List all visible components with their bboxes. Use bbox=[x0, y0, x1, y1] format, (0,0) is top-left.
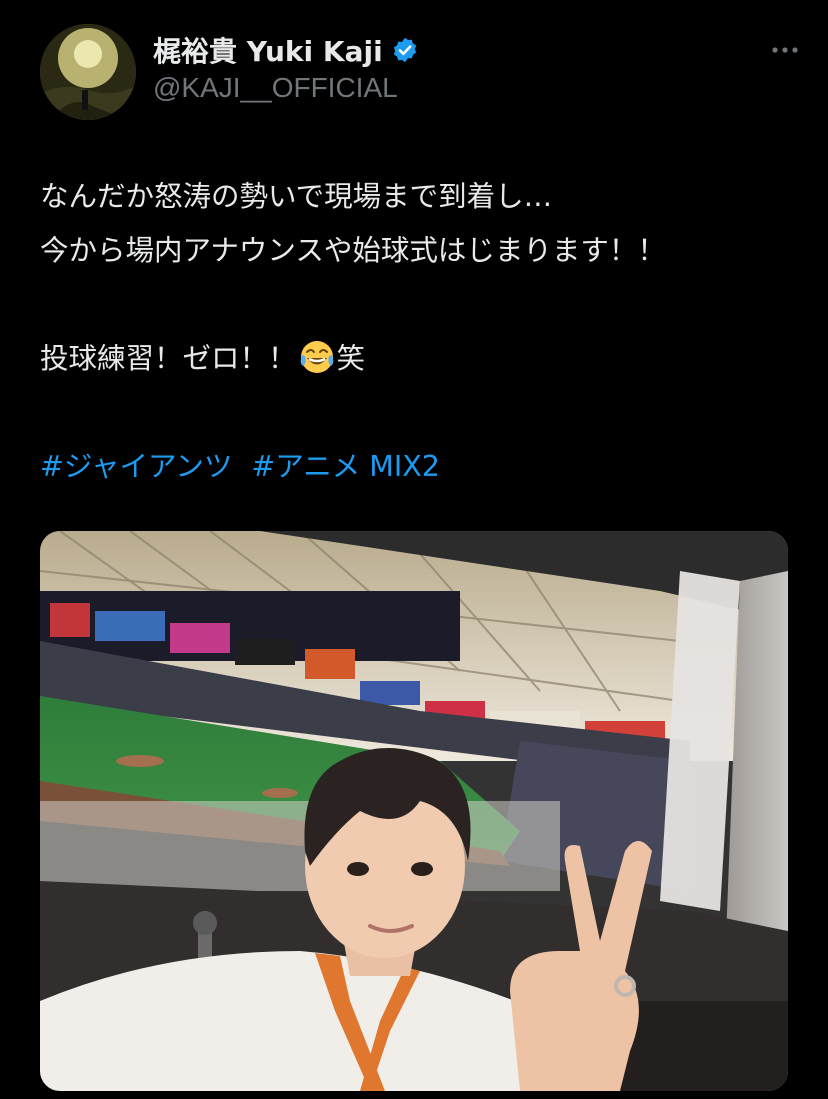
tweet-text-line-3-suffix: 笑 bbox=[336, 342, 366, 375]
tweet-text-line-3: 投球練習！ゼロ！！ 笑 bbox=[40, 332, 800, 386]
tweet-text-line-1: なんだか怒涛の勢いで現場まで到着し… bbox=[40, 180, 553, 213]
stadium-selfie-image bbox=[40, 531, 788, 1091]
more-horizontal-icon[interactable] bbox=[770, 42, 800, 56]
tweet-text-line-3-prefix: 投球練習！ゼロ！！ bbox=[40, 342, 297, 375]
tweet-text-line-2: 今から場内アナウンスや始球式はじまります！！ bbox=[40, 234, 666, 267]
hashtags: #ジャイアンツ #アニメ MIX2 bbox=[40, 440, 800, 494]
author-handle[interactable]: @KAJI__OFFICIAL bbox=[153, 72, 419, 104]
hashtag-link-2[interactable]: #アニメ MIX2 bbox=[251, 450, 440, 483]
tweet-photo[interactable] bbox=[40, 531, 788, 1091]
author-names: 梶裕貴 Yuki Kaji @KAJI__OFFICIAL bbox=[153, 32, 419, 104]
face-with-tears-of-joy-icon bbox=[299, 339, 335, 375]
author-display-name[interactable]: 梶裕貴 Yuki Kaji bbox=[153, 30, 383, 70]
verified-badge-icon bbox=[391, 36, 419, 64]
hashtag-link-1[interactable]: #ジャイアンツ bbox=[40, 450, 232, 483]
tweet-header: 梶裕貴 Yuki Kaji @KAJI__OFFICIAL bbox=[40, 24, 800, 124]
tweet-text: なんだか怒涛の勢いで現場まで到着し… 今から場内アナウンスや始球式はじまります！… bbox=[40, 170, 800, 494]
avatar[interactable] bbox=[40, 24, 136, 120]
